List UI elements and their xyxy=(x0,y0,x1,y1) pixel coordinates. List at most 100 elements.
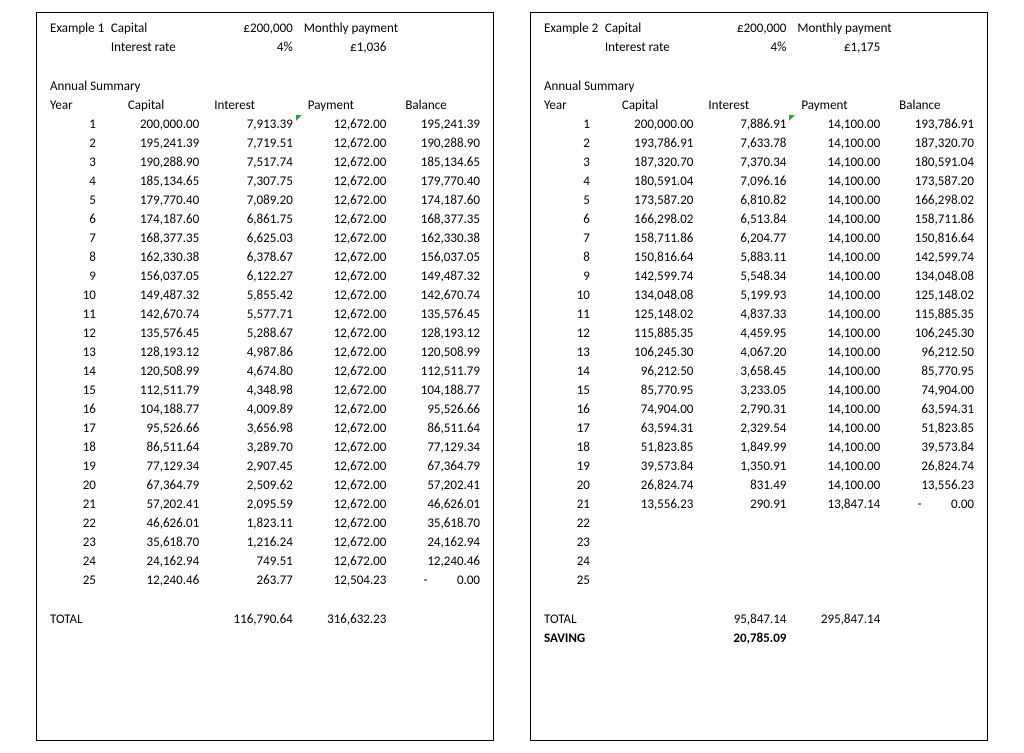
table-row: 15 112,511.79 4,348.98 12,672.00 104,188… xyxy=(47,381,483,400)
capital-cell: 57,202.41 xyxy=(108,495,202,514)
balance-cell: 39,573.84 xyxy=(883,438,977,457)
payment-cell: 14,100.00 xyxy=(789,286,883,305)
total-label: TOTAL xyxy=(541,610,696,629)
capital-cell xyxy=(602,514,697,533)
interest-cell: 5,199.93 xyxy=(696,286,789,305)
balance-cell: 156,037.05 xyxy=(389,248,483,267)
table-row: 18 86,511.64 3,289.70 12,672.00 77,129.3… xyxy=(47,438,483,457)
payment-cell: 14,100.00 xyxy=(789,210,883,229)
balance-cell: 63,594.31 xyxy=(883,400,977,419)
year-cell: 13 xyxy=(541,343,602,362)
saving-value: 20,785.09 xyxy=(696,629,789,648)
table-row: 24 xyxy=(541,552,977,571)
balance-cell: 85,770.95 xyxy=(883,362,977,381)
balance-cell: 57,202.41 xyxy=(389,476,483,495)
payment-cell: 12,672.00 xyxy=(296,267,390,286)
year-cell: 12 xyxy=(47,324,108,343)
payment-cell: 12,672.00 xyxy=(296,286,390,305)
balance-header: Balance xyxy=(883,96,977,115)
table-row: 18 51,823.85 1,849.99 14,100.00 39,573.8… xyxy=(541,438,977,457)
table-row: 10 134,048.08 5,199.93 14,100.00 125,148… xyxy=(541,286,977,305)
interest-cell: 4,674.80 xyxy=(202,362,296,381)
interest-cell: 6,122.27 xyxy=(202,267,296,286)
interest-cell: 4,459.95 xyxy=(696,324,789,343)
table-row: 7 168,377.35 6,625.03 12,672.00 162,330.… xyxy=(47,229,483,248)
table-row: 17 63,594.31 2,329.54 14,100.00 51,823.8… xyxy=(541,419,977,438)
page: Example 1 Capital £200,000 Monthly payme… xyxy=(0,0,1024,753)
capital-cell: 35,618.70 xyxy=(108,533,202,552)
interest-cell: 7,370.34 xyxy=(696,153,789,172)
interest-header: Interest xyxy=(202,96,296,115)
table-row: 13 128,193.12 4,987.86 12,672.00 120,508… xyxy=(47,343,483,362)
balance-cell: 26,824.74 xyxy=(883,457,977,476)
balance-cell: 12,240.46 xyxy=(389,552,483,571)
year-cell: 5 xyxy=(541,191,602,210)
year-cell: 8 xyxy=(541,248,602,267)
balance-cell: 24,162.94 xyxy=(389,533,483,552)
capital-cell: 173,587.20 xyxy=(602,191,697,210)
balance-cell: 135,576.45 xyxy=(389,305,483,324)
balance-cell: 190,288.90 xyxy=(389,134,483,153)
balance-header: Balance xyxy=(389,96,483,115)
column-headers: Year Capital Interest Payment Balance xyxy=(47,96,483,115)
table-row: 8 162,330.38 6,378.67 12,672.00 156,037.… xyxy=(47,248,483,267)
payment-cell: 12,672.00 xyxy=(296,229,390,248)
capital-cell: 190,288.90 xyxy=(108,153,202,172)
table-row: 4 180,591.04 7,096.16 14,100.00 173,587.… xyxy=(541,172,977,191)
capital-cell: 96,212.50 xyxy=(602,362,697,381)
year-cell: 14 xyxy=(541,362,602,381)
payment-cell: 12,672.00 xyxy=(296,305,390,324)
table-row: 17 95,526.66 3,656.98 12,672.00 86,511.6… xyxy=(47,419,483,438)
table-row: 24 24,162.94 749.51 12,672.00 12,240.46 xyxy=(47,552,483,571)
interest-cell: 6,204.77 xyxy=(696,229,789,248)
balance-cell: 125,148.02 xyxy=(883,286,977,305)
year-cell: 10 xyxy=(47,286,108,305)
year-cell: 16 xyxy=(47,400,108,419)
payment-cell: 12,672.00 xyxy=(296,172,390,191)
capital-cell: 156,037.05 xyxy=(108,267,202,286)
table-row: 6 166,298.02 6,513.84 14,100.00 158,711.… xyxy=(541,210,977,229)
capital-cell: 106,245.30 xyxy=(602,343,697,362)
capital-cell: 46,626.01 xyxy=(108,514,202,533)
payment-cell: 12,672.00 xyxy=(296,514,390,533)
total-interest: 95,847.14 xyxy=(696,610,789,629)
interest-cell xyxy=(696,571,789,590)
payment-cell: 14,100.00 xyxy=(789,153,883,172)
interest-cell: 5,288.67 xyxy=(202,324,296,343)
interest-cell: 7,633.78 xyxy=(696,134,789,153)
capital-cell: 142,599.74 xyxy=(602,267,697,286)
interest-header: Interest xyxy=(696,96,789,115)
year-cell: 1 xyxy=(47,115,108,134)
interest-cell: 5,883.11 xyxy=(696,248,789,267)
capital-cell: 51,823.85 xyxy=(602,438,697,457)
interest-cell: 7,307.75 xyxy=(202,172,296,191)
table-row: 23 xyxy=(541,533,977,552)
table-row: 25 12,240.46 263.77 12,504.23 - 0.00 xyxy=(47,571,483,590)
annual-summary-label: Annual Summary xyxy=(541,77,977,96)
column-headers: Year Capital Interest Payment Balance xyxy=(541,96,977,115)
interest-cell: 5,855.42 xyxy=(202,286,296,305)
interest-cell: 7,517.74 xyxy=(202,153,296,172)
payment-cell: 14,100.00 xyxy=(789,229,883,248)
capital-cell: 187,320.70 xyxy=(602,153,697,172)
capital-cell: 135,576.45 xyxy=(108,324,202,343)
example-label: Example 1 xyxy=(47,19,108,38)
balance-cell: 13,556.23 xyxy=(883,476,977,495)
year-cell: 1 xyxy=(541,115,602,134)
balance-cell xyxy=(883,571,977,590)
interest-cell: 290.91 xyxy=(696,495,789,514)
payment-cell: 14,100.00 xyxy=(789,400,883,419)
capital-label: Capital xyxy=(108,19,202,38)
year-cell: 15 xyxy=(541,381,602,400)
table-row: 20 67,364.79 2,509.62 12,672.00 57,202.4… xyxy=(47,476,483,495)
payment-cell: 12,672.00 xyxy=(296,419,390,438)
payment-cell: 12,672.00 xyxy=(296,115,390,134)
total-row: TOTAL 116,790.64 316,632.23 xyxy=(47,610,483,629)
balance-cell: 104,188.77 xyxy=(389,381,483,400)
interest-rate-label: Interest rate xyxy=(108,38,202,57)
monthly-payment-label: Monthly payment xyxy=(296,19,483,38)
capital-value: £200,000 xyxy=(202,19,296,38)
capital-cell: 12,240.46 xyxy=(108,571,202,590)
table-row: 16 104,188.77 4,009.89 12,672.00 95,526.… xyxy=(47,400,483,419)
capital-cell xyxy=(602,571,697,590)
